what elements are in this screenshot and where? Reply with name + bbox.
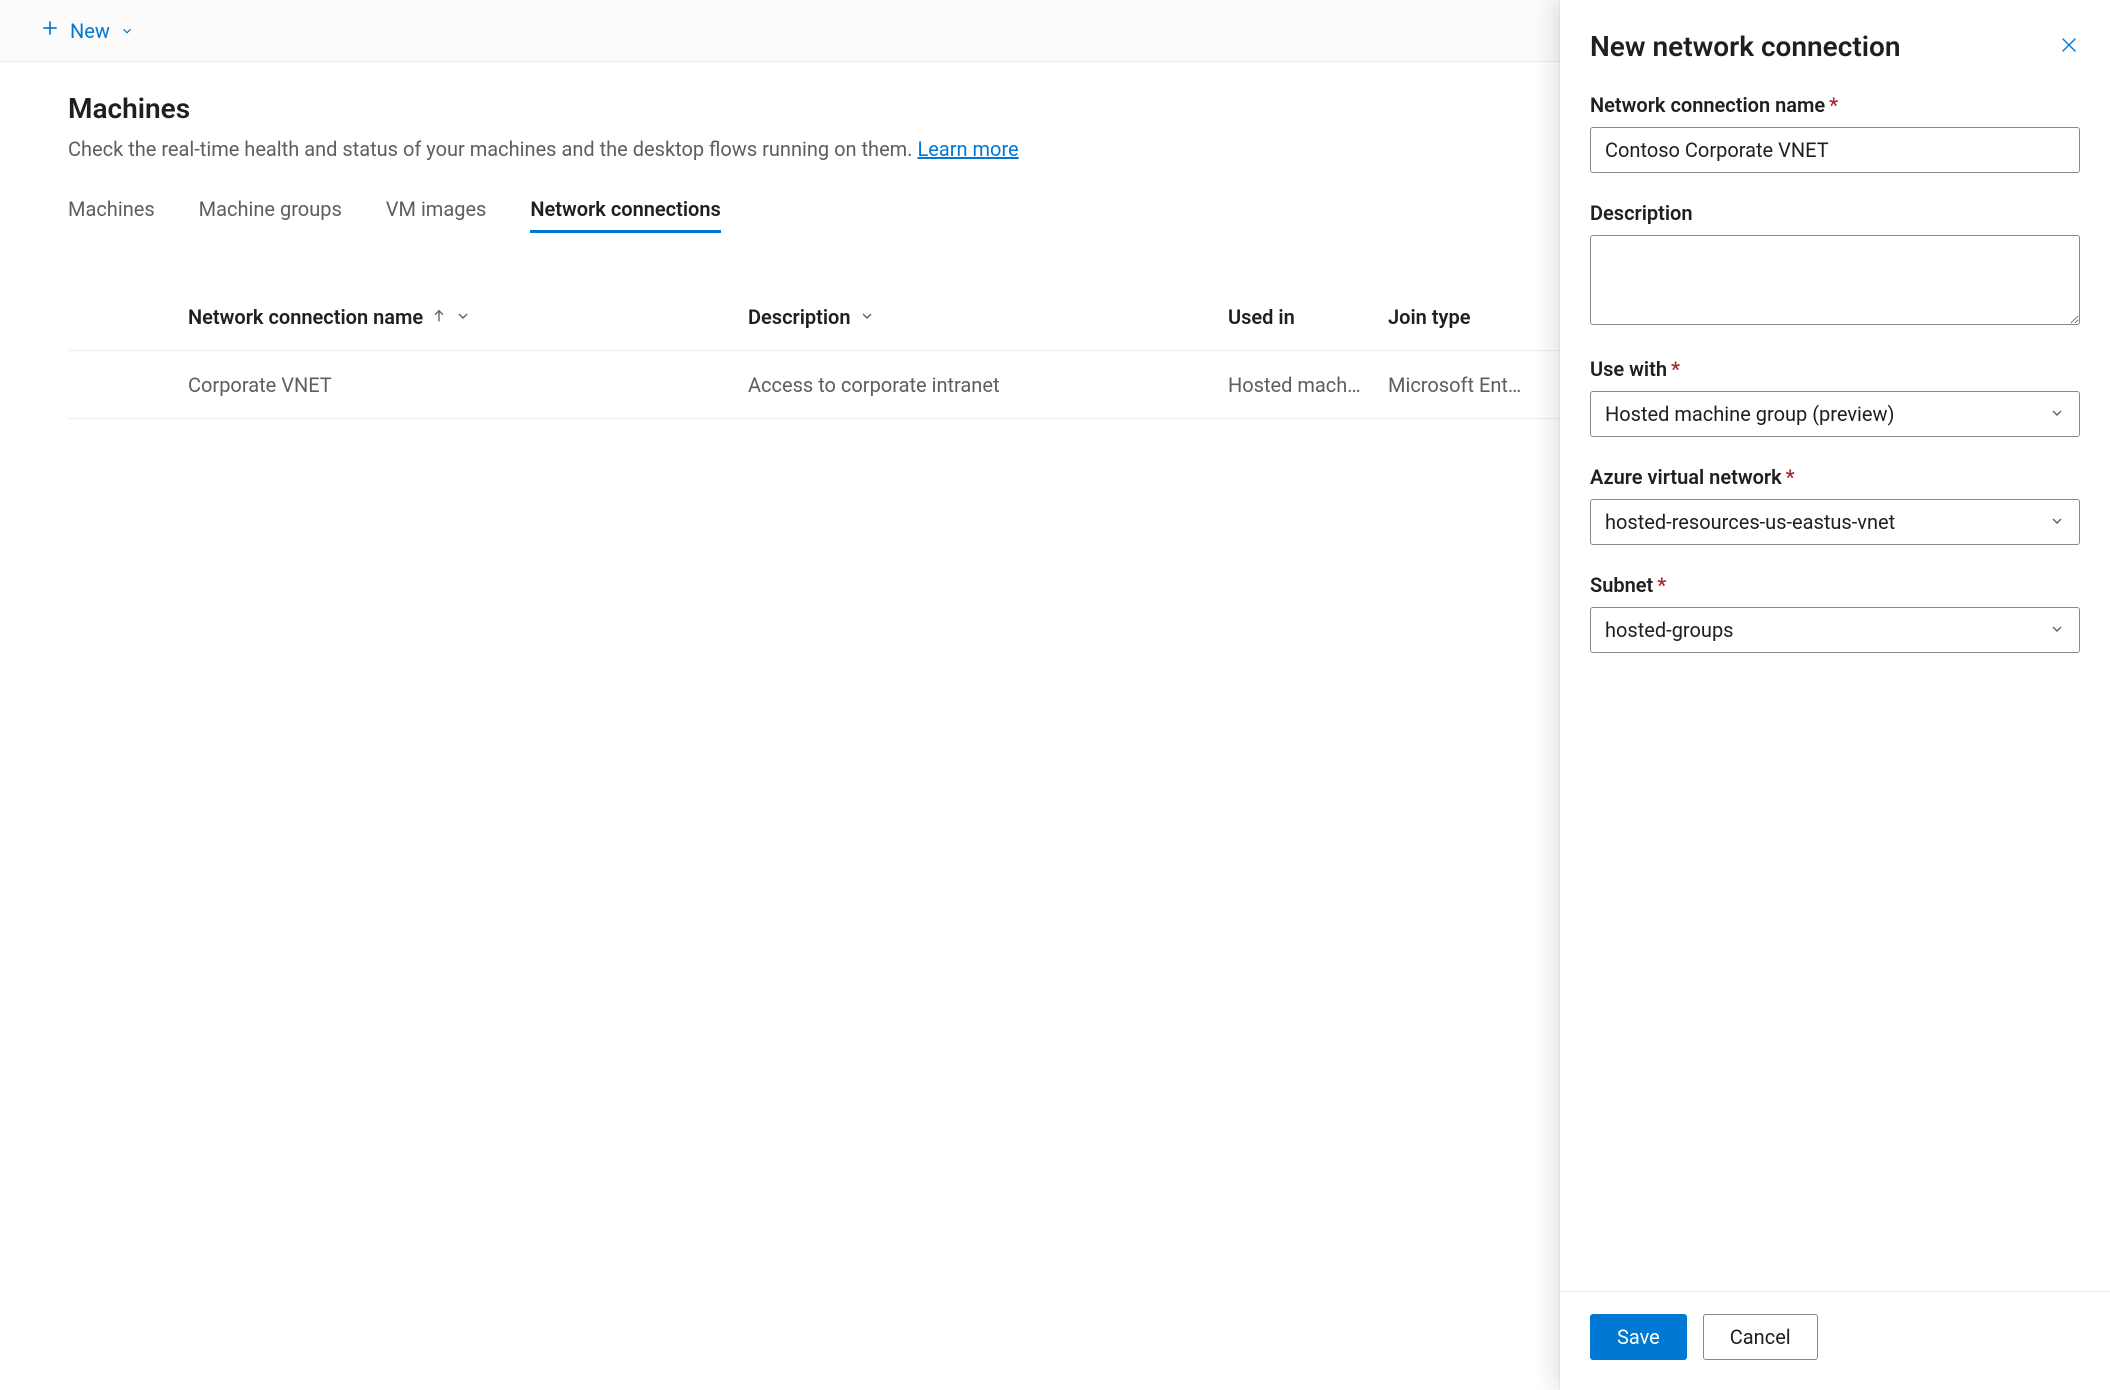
input-network-connection-name[interactable]: [1590, 127, 2080, 173]
save-button[interactable]: Save: [1590, 1314, 1687, 1360]
field-subnet: Subnet* hosted-groups: [1590, 573, 2080, 653]
sort-asc-icon: [431, 305, 447, 329]
chevron-down-icon: [859, 305, 875, 329]
panel-footer: Save Cancel: [1560, 1291, 2110, 1390]
learn-more-link[interactable]: Learn more: [917, 137, 1018, 161]
tab-machine-groups[interactable]: Machine groups: [199, 197, 342, 233]
field-azure-virtual-network: Azure virtual network* hosted-resources-…: [1590, 465, 2080, 545]
required-marker: *: [1786, 465, 1795, 489]
chevron-down-icon: [455, 305, 471, 329]
chevron-down-icon: [2049, 618, 2065, 642]
new-button[interactable]: New: [40, 18, 134, 43]
plus-icon: [40, 18, 60, 43]
select-subnet[interactable]: hosted-groups: [1590, 607, 2080, 653]
col-description-label: Description: [748, 305, 851, 329]
tab-network-connections[interactable]: Network connections: [530, 197, 720, 233]
required-marker: *: [1657, 573, 1666, 597]
panel-header: New network connection: [1590, 30, 2080, 63]
cell-used-in: Hosted mach…: [1228, 373, 1388, 397]
required-marker: *: [1829, 93, 1838, 117]
new-network-connection-panel: New network connection Network connectio…: [1560, 0, 2110, 1390]
input-description[interactable]: [1590, 235, 2080, 325]
page-subtext-text: Check the real-time health and status of…: [68, 137, 917, 161]
chevron-down-icon: [2049, 402, 2065, 426]
tab-vm-images[interactable]: VM images: [386, 197, 487, 233]
col-name[interactable]: Network connection name: [188, 305, 748, 329]
cell-name: Corporate VNET: [188, 373, 748, 397]
col-used-in[interactable]: Used in: [1228, 305, 1388, 329]
panel-title: New network connection: [1590, 30, 1901, 63]
field-network-connection-name: Network connection name*: [1590, 93, 2080, 173]
field-use-with: Use with* Hosted machine group (preview): [1590, 357, 2080, 437]
field-description: Description: [1590, 201, 2080, 329]
cancel-button[interactable]: Cancel: [1703, 1314, 1818, 1360]
select-avn-value: hosted-resources-us-eastus-vnet: [1605, 510, 1895, 534]
col-join-type-label: Join type: [1388, 305, 1470, 329]
col-used-in-label: Used in: [1228, 305, 1295, 329]
col-description[interactable]: Description: [748, 305, 1228, 329]
close-icon: [2058, 44, 2080, 60]
label-subnet: Subnet*: [1590, 573, 2080, 597]
col-name-label: Network connection name: [188, 305, 423, 329]
tab-machines[interactable]: Machines: [68, 197, 155, 233]
cell-join-type: Microsoft Ent…: [1388, 373, 1588, 397]
label-azure-virtual-network: Azure virtual network*: [1590, 465, 2080, 489]
required-marker: *: [1671, 357, 1680, 381]
label-description: Description: [1590, 201, 2080, 225]
cell-description: Access to corporate intranet: [748, 373, 1228, 397]
select-azure-virtual-network[interactable]: hosted-resources-us-eastus-vnet: [1590, 499, 2080, 545]
select-use-with-value: Hosted machine group (preview): [1605, 402, 1895, 426]
label-use-with: Use with*: [1590, 357, 2080, 381]
col-join-type[interactable]: Join type: [1388, 305, 1588, 329]
select-subnet-value: hosted-groups: [1605, 618, 1734, 642]
label-network-connection-name: Network connection name*: [1590, 93, 2080, 117]
new-button-label: New: [70, 19, 110, 43]
select-use-with[interactable]: Hosted machine group (preview): [1590, 391, 2080, 437]
chevron-down-icon: [2049, 510, 2065, 534]
close-button[interactable]: [2058, 34, 2080, 60]
chevron-down-icon: [120, 19, 134, 43]
